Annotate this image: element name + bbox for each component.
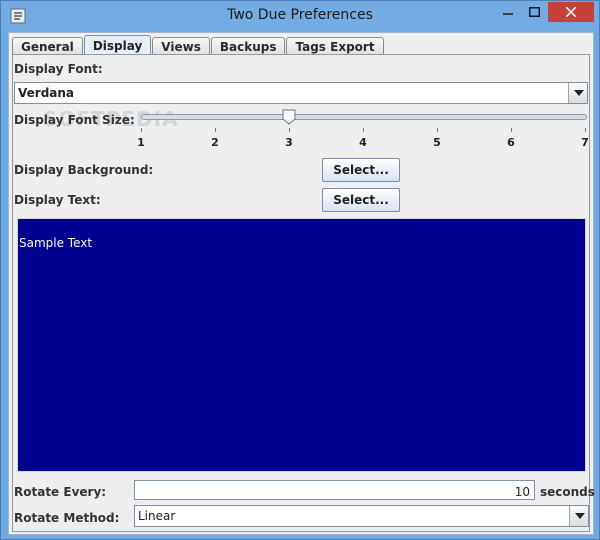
tick-mark <box>141 128 142 132</box>
maximize-button[interactable] <box>521 2 548 22</box>
tick-mark <box>511 128 512 132</box>
tick-label-7: 7 <box>581 136 589 149</box>
rotate-method-combo[interactable]: Linear <box>134 505 589 527</box>
tick-mark <box>289 128 290 132</box>
title-bar[interactable]: Two Due Preferences <box>1 1 599 32</box>
display-panel: Display Font: Verdana SOFTPEDIA Display … <box>12 54 595 532</box>
display-font-dropdown-button[interactable] <box>568 83 587 103</box>
display-font-combo[interactable]: Verdana <box>14 82 588 104</box>
rotate-method-label: Rotate Method: <box>14 511 120 525</box>
tick-label-6: 6 <box>507 136 515 149</box>
tick-mark <box>585 128 586 132</box>
select-text-color-button[interactable]: Select... <box>322 188 400 212</box>
tick-label-2: 2 <box>211 136 219 149</box>
rotate-method-value: Linear <box>138 509 176 523</box>
minimize-icon <box>502 13 513 15</box>
maximize-icon <box>529 7 540 17</box>
display-background-label: Display Background: <box>14 163 154 177</box>
display-font-value: Verdana <box>18 86 75 100</box>
preview-sample-text: Sample Text <box>19 236 93 250</box>
tab-display[interactable]: Display <box>83 35 152 56</box>
font-size-slider-thumb[interactable] <box>282 109 296 125</box>
tick-label-1: 1 <box>137 136 145 149</box>
rotate-every-field[interactable] <box>134 480 535 501</box>
rotate-every-label: Rotate Every: <box>14 485 107 499</box>
display-font-size-label: Display Font Size: <box>14 113 135 127</box>
chevron-down-icon <box>574 90 584 96</box>
tick-mark <box>437 128 438 132</box>
rotate-every-input[interactable] <box>135 483 534 501</box>
rotate-every-unit: seconds <box>540 485 595 499</box>
close-icon <box>566 7 576 17</box>
display-text-label: Display Text: <box>14 193 101 207</box>
preview-area: Sample Text <box>17 218 586 472</box>
chevron-down-icon <box>575 513 585 519</box>
tick-label-4: 4 <box>359 136 367 149</box>
display-font-label: Display Font: <box>14 62 103 76</box>
rotate-method-dropdown-button[interactable] <box>569 506 588 526</box>
minimize-button[interactable] <box>494 2 521 22</box>
dialog-content: General Display Views Backups Tags Expor… <box>8 32 595 535</box>
close-button[interactable] <box>548 2 594 22</box>
tick-mark <box>363 128 364 132</box>
font-size-slider-track[interactable] <box>141 114 587 120</box>
select-background-button[interactable]: Select... <box>322 158 400 182</box>
tick-mark <box>215 128 216 132</box>
tab-strip: General Display Views Backups Tags Expor… <box>12 35 385 56</box>
tick-label-3: 3 <box>285 136 293 149</box>
tick-label-5: 5 <box>433 136 441 149</box>
preferences-window: Two Due Preferences General Display View… <box>0 0 600 540</box>
